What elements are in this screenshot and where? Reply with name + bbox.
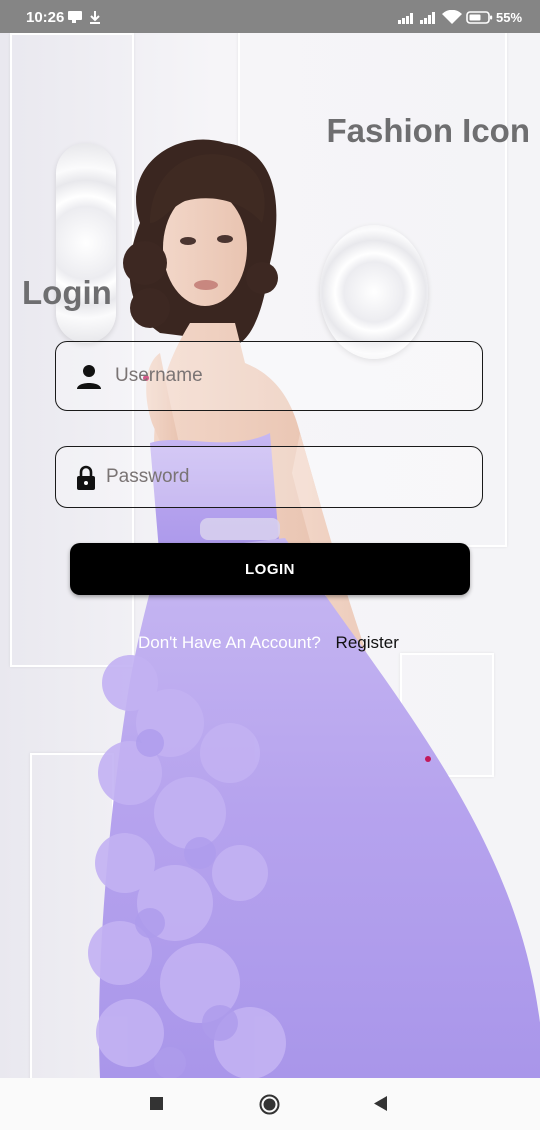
status-bar: 10:26 55% [0, 0, 540, 33]
battery-icon [466, 11, 493, 24]
signal-icon [398, 13, 413, 24]
login-heading: Login [22, 274, 112, 311]
register-link[interactable]: Register [336, 633, 399, 652]
back-triangle-icon[interactable] [373, 1096, 388, 1112]
username-field[interactable] [55, 341, 483, 411]
register-prompt: Don't Have An Account? [138, 633, 321, 652]
status-time: 10:26 [26, 9, 65, 26]
signal-2-icon [420, 12, 435, 24]
brand-title: Fashion Icon [326, 112, 530, 149]
login-button[interactable]: LOGIN [70, 543, 470, 595]
person-icon [77, 365, 101, 389]
register-row: Don't Have An Account? Register [138, 633, 399, 653]
battery-percent: 55% [496, 10, 523, 25]
chat-notification-icon [68, 11, 82, 23]
system-nav-bar [0, 1078, 540, 1130]
download-icon [90, 11, 100, 24]
home-circle-icon[interactable] [259, 1094, 280, 1115]
recents-square-icon[interactable] [150, 1097, 164, 1111]
username-input[interactable] [113, 342, 472, 410]
password-field[interactable] [55, 446, 483, 508]
wifi-icon [442, 10, 462, 24]
lock-icon [77, 465, 95, 490]
login-screen: 10:26 55% Fashion Icon Login Username LO… [0, 0, 540, 1130]
password-input[interactable] [104, 447, 472, 507]
